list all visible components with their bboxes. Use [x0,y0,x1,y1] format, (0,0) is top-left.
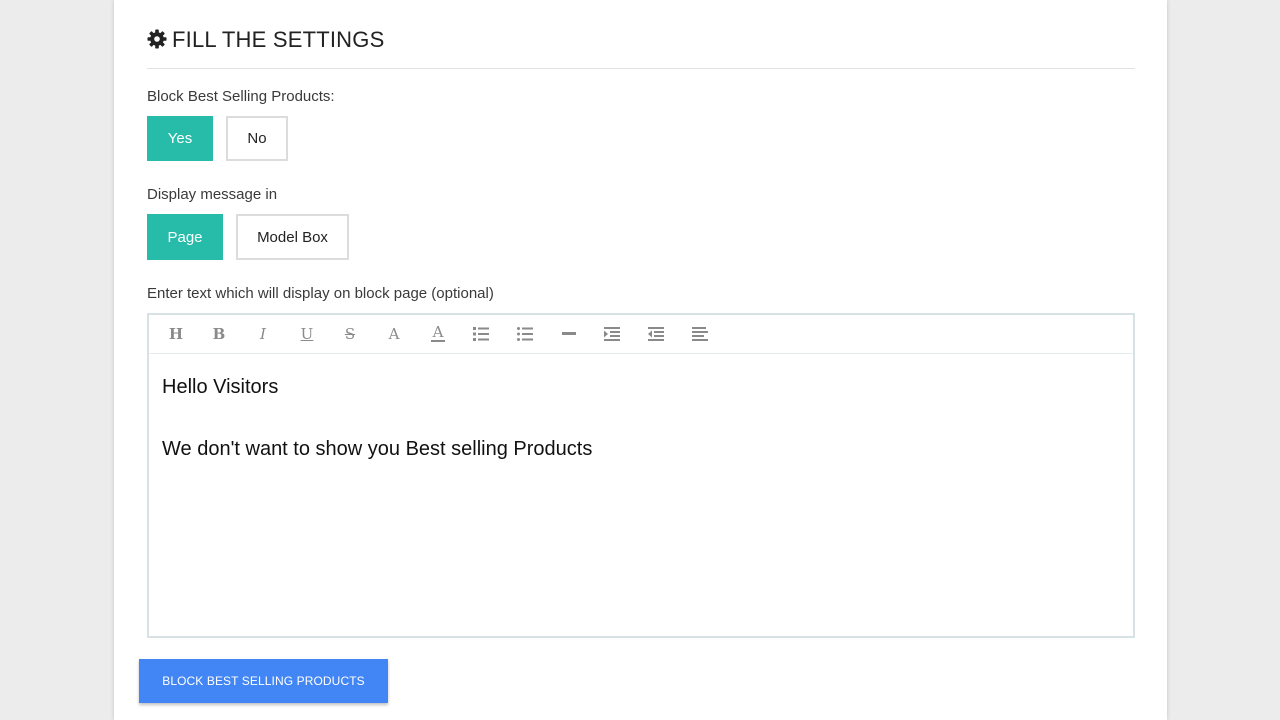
indent-icon[interactable] [601,324,623,344]
outdent-icon[interactable] [645,324,667,344]
editor-label: Enter text which will display on block p… [147,285,494,302]
editor-line[interactable]: We don't want to show you Best selling P… [162,438,592,461]
block-best-selling-label: Block Best Selling Products: [147,88,335,105]
horizontal-rule-icon[interactable] [558,324,580,344]
svg-text:A: A [432,324,444,341]
block-best-selling-products-button[interactable]: BLOCK BEST SELLING PRODUCTS [139,659,388,703]
rich-text-editor: H B I U S A A Hello Visitors We don't wa… [147,313,1135,638]
display-message-label: Display message in [147,186,278,203]
editor-toolbar: H B I U S A A [149,315,1133,354]
ordered-list-icon[interactable] [470,324,492,344]
italic-icon[interactable]: I [252,324,274,344]
page-button[interactable]: Page [147,214,223,260]
no-button[interactable]: No [226,116,288,161]
underline-icon[interactable]: U [296,324,318,344]
strikethrough-icon[interactable]: S [339,324,361,344]
text-color-icon[interactable]: A [427,324,449,344]
font-size-icon[interactable]: A [383,324,405,344]
settings-card: FILL THE SETTINGS Block Best Selling Pro… [114,0,1167,720]
yes-button[interactable]: Yes [147,116,213,161]
gear-icon [147,29,167,49]
bold-icon[interactable]: B [208,324,230,344]
editor-line[interactable]: Hello Visitors [162,376,278,399]
settings-header: FILL THE SETTINGS [147,26,1135,69]
heading-icon[interactable]: H [165,324,187,344]
model-box-button[interactable]: Model Box [236,214,349,260]
page-title: FILL THE SETTINGS [172,27,385,52]
align-icon[interactable] [689,324,711,344]
unordered-list-icon[interactable] [514,324,536,344]
